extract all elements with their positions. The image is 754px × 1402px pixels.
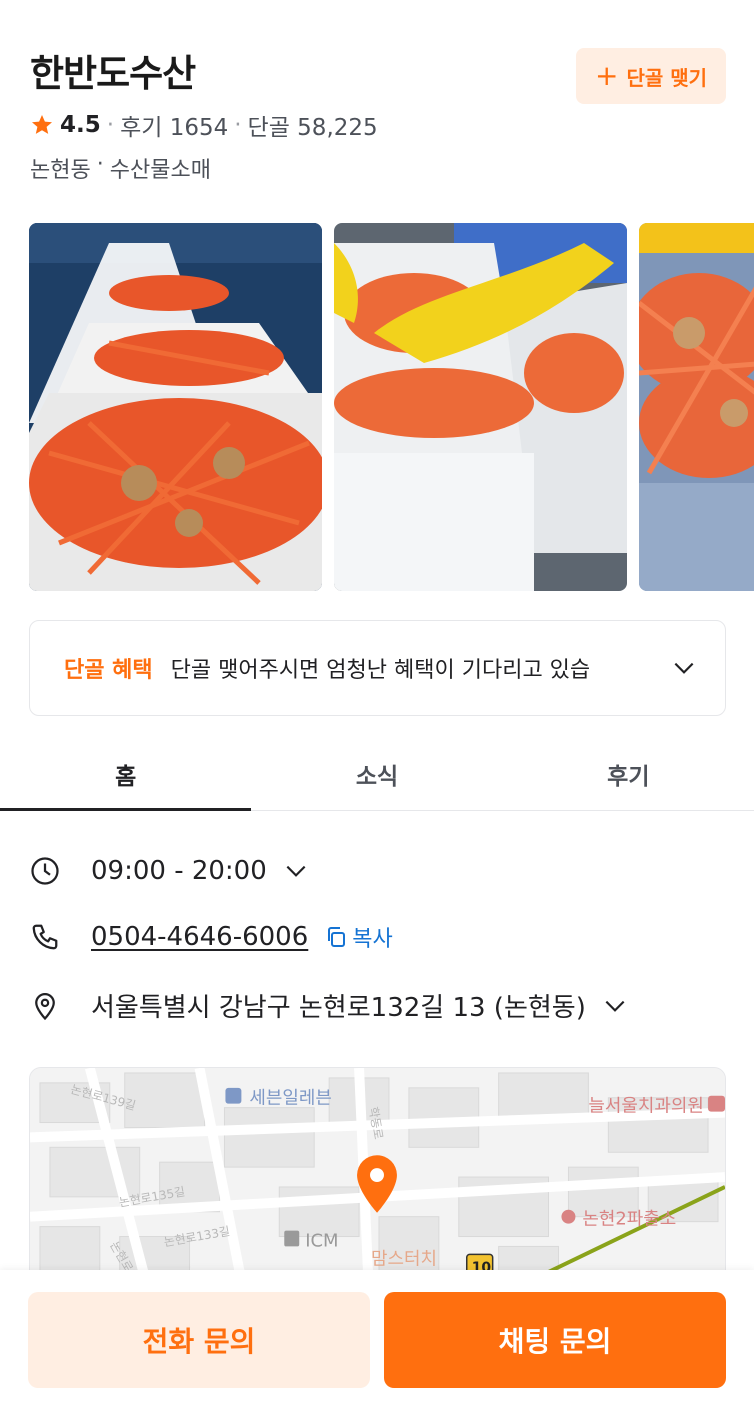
copy-label: 복사 bbox=[352, 927, 393, 952]
benefit-label: 단골 혜택 bbox=[64, 658, 153, 683]
review-count[interactable]: 후기 1654 bbox=[120, 108, 228, 142]
store-photo-2[interactable] bbox=[334, 223, 627, 591]
map-place-moms-touch: 맘스터치 bbox=[371, 1248, 437, 1269]
store-header: 한반도수산 + 단골 맺기 4.5 · 후기 1654 · 단골 58,225 … bbox=[30, 48, 726, 184]
separator: · bbox=[96, 152, 104, 177]
tab-reviews[interactable]: 후기 bbox=[503, 738, 754, 810]
store-stats: 4.5 · 후기 1654 · 단골 58,225 bbox=[30, 108, 726, 142]
follow-button[interactable]: + 단골 맺기 bbox=[576, 48, 726, 104]
building-icon bbox=[284, 1230, 300, 1247]
photo-carousel[interactable] bbox=[29, 223, 754, 591]
store-photo-3[interactable] bbox=[639, 223, 754, 591]
map-place-police: 논현2파출소 bbox=[582, 1209, 676, 1230]
plus-icon: + bbox=[594, 59, 619, 92]
regular-count: 단골 58,225 bbox=[247, 115, 378, 141]
phone-row: 0504-4646-6006 복사 bbox=[30, 921, 393, 953]
store-address: 서울특별시 강남구 논현로132길 13 (논현동) bbox=[91, 993, 586, 1023]
chevron-down-icon[interactable] bbox=[602, 993, 628, 1019]
police-icon bbox=[561, 1209, 576, 1224]
chevron-down-icon[interactable] bbox=[283, 858, 309, 884]
hours-row[interactable]: 09:00 - 20:00 bbox=[30, 856, 309, 886]
store-area: 논현동 bbox=[30, 158, 91, 183]
bottom-action-bar: 전화 문의 채팅 문의 bbox=[0, 1270, 754, 1402]
call-inquiry-button[interactable]: 전화 문의 bbox=[28, 1292, 370, 1388]
copy-icon bbox=[328, 927, 346, 947]
store-location-category: 논현동 · 수산물소매 bbox=[30, 152, 726, 184]
phone-icon bbox=[32, 924, 58, 950]
hospital-icon bbox=[708, 1095, 725, 1112]
business-hours: 09:00 - 20:00 bbox=[91, 856, 267, 886]
phone-number[interactable]: 0504-4646-6006 bbox=[91, 922, 308, 952]
map-place-dental: 늘서울치과의원 bbox=[588, 1096, 703, 1117]
chevron-down-icon[interactable] bbox=[671, 655, 697, 681]
separator: · bbox=[234, 112, 242, 138]
star-icon bbox=[32, 115, 52, 134]
regular-benefit-banner[interactable]: 단골 혜택 단골 맺어주시면 엄청난 혜택이 기다리고 있습 bbox=[29, 620, 726, 716]
location-pin-icon bbox=[35, 992, 55, 1020]
clock-icon bbox=[31, 857, 59, 885]
separator: · bbox=[106, 112, 115, 138]
map-place-seven-eleven: 세븐일레븐 bbox=[249, 1088, 331, 1109]
store-photo-1[interactable] bbox=[29, 223, 322, 591]
tab-bar: 홈 소식 후기 bbox=[0, 738, 754, 811]
chat-inquiry-button[interactable]: 채팅 문의 bbox=[384, 1292, 726, 1388]
store-map[interactable]: 논현로139길 논현로135길 논현로133길 논현로129길 학동로 세븐일레… bbox=[29, 1067, 726, 1297]
tab-home[interactable]: 홈 bbox=[0, 738, 252, 811]
rating-value: 4.5 bbox=[60, 112, 101, 138]
benefit-text: 단골 맺어주시면 엄청난 혜택이 기다리고 있습 bbox=[170, 658, 591, 683]
copy-phone-button[interactable]: 복사 bbox=[324, 921, 393, 953]
address-row[interactable]: 서울특별시 강남구 논현로132길 13 (논현동) bbox=[30, 987, 628, 1024]
convenience-store-icon bbox=[225, 1087, 242, 1104]
map-place-icm: ICM bbox=[305, 1230, 338, 1251]
store-category: 수산물소매 bbox=[109, 158, 211, 183]
tab-news[interactable]: 소식 bbox=[251, 738, 502, 810]
follow-button-label: 단골 맺기 bbox=[626, 65, 708, 90]
